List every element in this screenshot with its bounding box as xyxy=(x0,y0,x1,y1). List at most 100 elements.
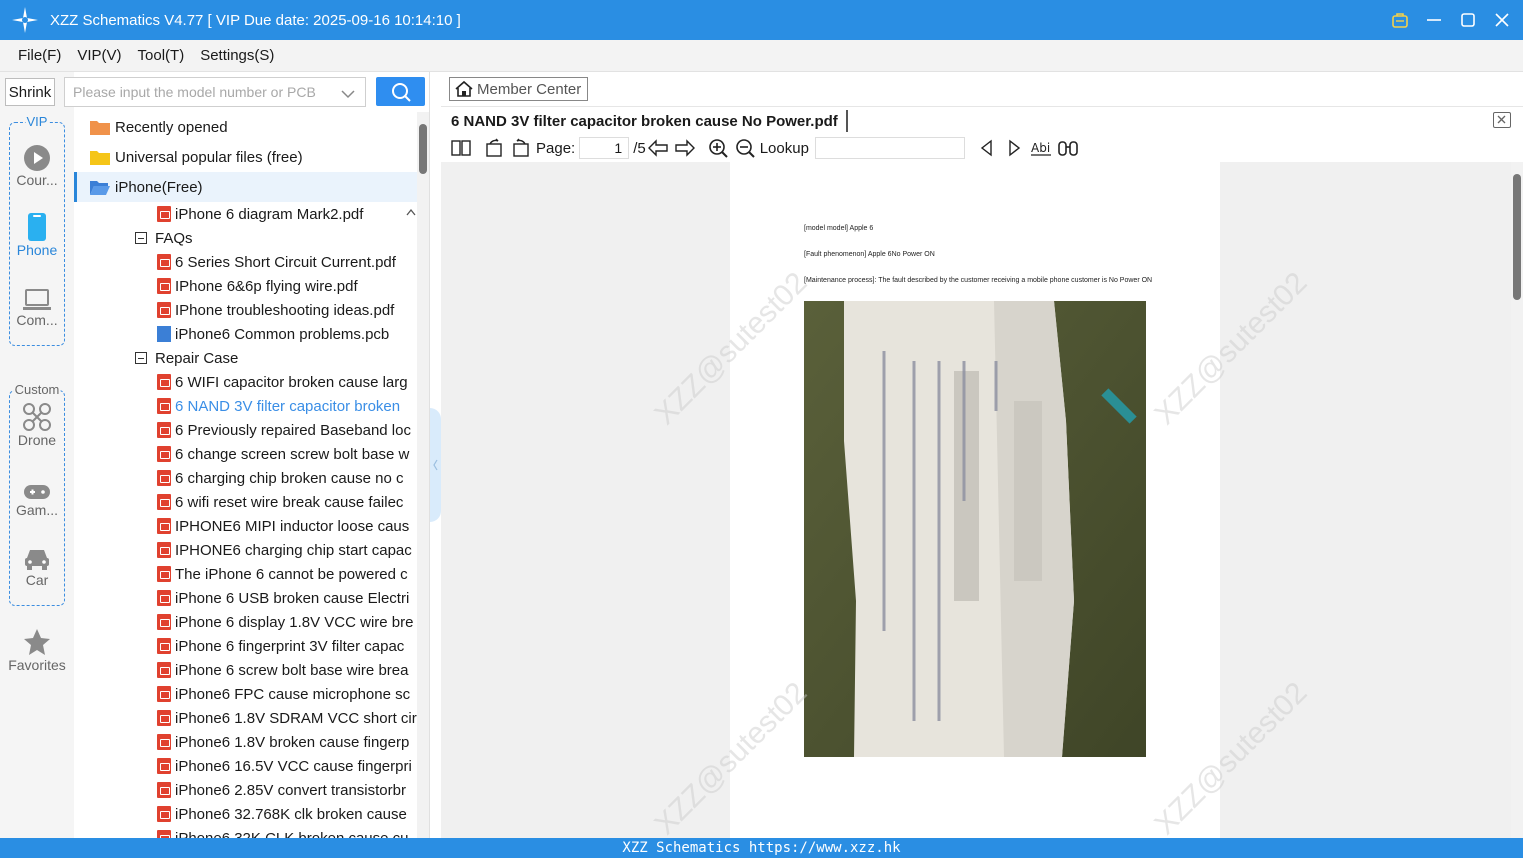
maximize-button[interactable] xyxy=(1457,9,1479,31)
tree-file[interactable]: iPhone 6 USB broken cause Electri xyxy=(74,586,418,610)
close-tab-icon[interactable] xyxy=(1493,112,1511,128)
tree-file[interactable]: 6 change screen screw bolt base w xyxy=(74,442,418,466)
page-number-input[interactable]: 1 xyxy=(579,137,630,159)
collapse-icon[interactable] xyxy=(135,232,147,244)
rail-item-drone[interactable]: Drone xyxy=(0,402,74,448)
pcb-file-icon xyxy=(157,326,171,342)
tree-file[interactable]: iPhone 6 screw bolt base wire brea xyxy=(74,658,418,682)
rail-item-phone[interactable]: Phone xyxy=(0,212,74,258)
pdf-file-icon xyxy=(157,542,171,558)
match-case-icon[interactable]: Abi xyxy=(1029,137,1053,159)
chevron-down-icon[interactable] xyxy=(341,86,355,102)
tree-file[interactable]: IPhone 6&6p flying wire.pdf xyxy=(74,274,418,298)
zoom-out-icon[interactable] xyxy=(733,137,757,159)
menu-vip[interactable]: VIP(V) xyxy=(77,47,121,64)
tree-file[interactable]: 6 WIFI capacitor broken cause larg xyxy=(74,370,418,394)
tree-file[interactable]: The iPhone 6 cannot be powered c xyxy=(74,562,418,586)
tree-file[interactable]: IPHONE6 MIPI inductor loose caus xyxy=(74,514,418,538)
shrink-button[interactable]: Shrink xyxy=(5,78,55,106)
pdf-file-icon xyxy=(157,638,171,654)
rail-item-car[interactable]: Car xyxy=(0,542,74,588)
tree-folder-faqs[interactable]: FAQs xyxy=(74,226,418,250)
search-button[interactable] xyxy=(376,77,425,106)
tree-file-label: iPhone6 Common problems.pcb xyxy=(175,325,390,343)
zoom-in-icon[interactable] xyxy=(706,137,730,159)
vip-bag-icon[interactable] xyxy=(1389,9,1411,31)
rail-label-phone: Phone xyxy=(16,242,58,258)
pdf-file-icon xyxy=(157,446,171,462)
rotate-right-icon[interactable] xyxy=(509,137,533,159)
prev-page-icon[interactable] xyxy=(646,137,670,159)
star-icon xyxy=(0,627,74,657)
tree-file[interactable]: 6 NAND 3V filter capacitor broken xyxy=(74,394,418,418)
rail-label-computer: Com... xyxy=(16,312,58,328)
pdf-file-icon xyxy=(157,758,171,774)
tree-file-label: 6 Previously repaired Baseband loc xyxy=(175,421,411,439)
tree-file[interactable]: iPhone6 32K CLK broken cause cu xyxy=(74,826,418,838)
tree-file[interactable]: iPhone 6 fingerprint 3V filter capac xyxy=(74,634,418,658)
tree-file[interactable]: 6 wifi reset wire break cause failec xyxy=(74,490,418,514)
member-center-button[interactable]: Member Center xyxy=(449,77,588,101)
tree-file-label: iPhone 6 screw bolt base wire brea xyxy=(175,661,409,679)
tree-file-label: iPhone6 1.8V SDRAM VCC short cir xyxy=(175,709,417,727)
tree-file[interactable]: iPhone6 32.768K clk broken cause xyxy=(74,802,418,826)
phone-icon xyxy=(0,212,74,242)
tree-file-label: iPhone 6 display 1.8V VCC wire bre xyxy=(175,613,414,631)
pdf-file-icon xyxy=(157,278,171,294)
find-next-icon[interactable] xyxy=(1002,137,1026,159)
tree-file-label: iPhone6 FPC cause microphone sc xyxy=(175,685,411,703)
menu-file[interactable]: File(F) xyxy=(18,47,61,64)
rail-item-course[interactable]: Cour... xyxy=(0,142,74,188)
tree-file[interactable]: iPhone6 1.8V SDRAM VCC short cir xyxy=(74,706,418,730)
tree-file[interactable]: iPhone 6 display 1.8V VCC wire bre xyxy=(74,610,418,634)
tree-file[interactable]: iPhone6 16.5V VCC cause fingerpri xyxy=(74,754,418,778)
pdf-file-icon xyxy=(157,806,171,822)
two-page-icon[interactable] xyxy=(449,137,473,159)
tree-file[interactable]: iPhone6 1.8V broken cause fingerp xyxy=(74,730,418,754)
close-button[interactable] xyxy=(1491,9,1513,31)
menu-settings[interactable]: Settings(S) xyxy=(200,47,274,64)
tree-root-iphone[interactable]: iPhone(Free) xyxy=(74,172,418,202)
folder-icon xyxy=(90,121,110,135)
play-icon xyxy=(0,142,74,172)
viewer-scrollbar[interactable] xyxy=(1511,162,1523,838)
pdf-viewer[interactable]: [model model] Apple 6 [Fault phenomenon]… xyxy=(441,162,1523,838)
vip-group-label: VIP xyxy=(25,114,49,129)
menu-tool[interactable]: Tool(T) xyxy=(138,47,185,64)
tree-file[interactable]: iPhone 6 diagram Mark2.pdf xyxy=(74,202,418,226)
tree-scrollbar[interactable] xyxy=(417,112,429,838)
rail-item-favorites[interactable]: Favorites xyxy=(0,627,74,673)
minimize-button[interactable] xyxy=(1423,9,1445,31)
tree-file[interactable]: 6 Series Short Circuit Current.pdf xyxy=(74,250,418,274)
tree-file-label: IPhone troubleshooting ideas.pdf xyxy=(175,301,395,319)
tree-folder-repair[interactable]: Repair Case xyxy=(74,346,418,370)
viewer-toolbar: Page: 1 /5 Lookup Abi xyxy=(441,134,1523,162)
tree-file[interactable]: iPhone6 2.85V convert transistorbr xyxy=(74,778,418,802)
tree-file[interactable]: iPhone6 Common problems.pcb xyxy=(74,322,418,346)
find-prev-icon[interactable] xyxy=(975,137,999,159)
tab-document[interactable]: 6 NAND 3V filter capacitor broken cause … xyxy=(451,110,848,132)
tree-file[interactable]: IPHONE6 charging chip start capac xyxy=(74,538,418,562)
tree-file-label: The iPhone 6 cannot be powered c xyxy=(175,565,408,583)
rail-item-computer[interactable]: Com... xyxy=(0,282,74,328)
tree-file-label: 6 WIFI capacitor broken cause larg xyxy=(175,373,408,391)
rail-item-game[interactable]: Gam... xyxy=(0,472,74,518)
chevron-up-icon xyxy=(406,208,416,216)
tree-root-popular[interactable]: Universal popular files (free) xyxy=(74,142,418,172)
next-page-icon[interactable] xyxy=(673,137,697,159)
tree-root-recent[interactable]: Recently opened xyxy=(74,112,418,142)
collapse-icon[interactable] xyxy=(135,352,147,364)
rotate-left-icon[interactable] xyxy=(482,137,506,159)
tree-file[interactable]: 6 charging chip broken cause no c xyxy=(74,466,418,490)
pdf-file-icon xyxy=(157,590,171,606)
search-input[interactable]: Please input the model number or PCB xyxy=(64,77,366,107)
home-icon xyxy=(455,80,473,97)
binoculars-icon[interactable] xyxy=(1056,137,1080,159)
tree-file[interactable]: 6 Previously repaired Baseband loc xyxy=(74,418,418,442)
lookup-input[interactable] xyxy=(814,137,965,159)
collapse-panel-handle[interactable] xyxy=(430,408,441,522)
tree-root-label: iPhone(Free) xyxy=(115,178,203,196)
tree-file[interactable]: iPhone6 FPC cause microphone sc xyxy=(74,682,418,706)
tree-file[interactable]: IPhone troubleshooting ideas.pdf xyxy=(74,298,418,322)
custom-group-label: Custom xyxy=(13,382,61,397)
